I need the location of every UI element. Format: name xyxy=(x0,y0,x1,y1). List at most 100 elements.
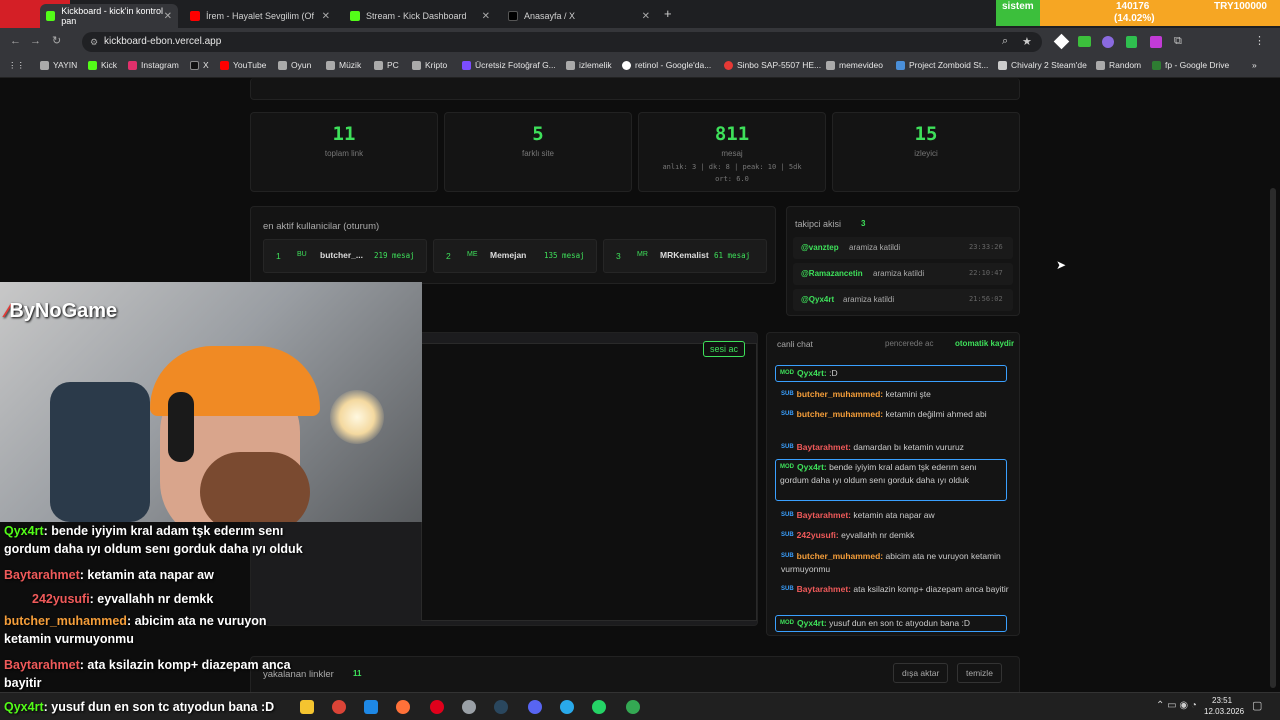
bookmark-fp-drive[interactable]: fp - Google Drive xyxy=(1152,60,1229,70)
mouse-cursor-icon: ➤ xyxy=(1056,258,1067,272)
reload-icon[interactable]: ↻ xyxy=(52,34,61,47)
chat-message: MOD Qyx4rt: :D xyxy=(775,365,1007,383)
overlay-chat-line: butcher_muhammed: abicim ata ne vuruyon … xyxy=(4,614,267,646)
chrome-icon[interactable] xyxy=(332,700,346,714)
panel-title: en aktif kullanicilar (oturum) xyxy=(263,221,380,232)
forward-icon[interactable]: → xyxy=(30,35,41,47)
bookmark-oyun[interactable]: Oyun xyxy=(278,60,311,70)
headset xyxy=(168,392,194,462)
bookmark-memevideo[interactable]: memevideo xyxy=(826,60,883,70)
file-explorer-icon[interactable] xyxy=(300,700,314,714)
whatsapp-icon[interactable] xyxy=(592,700,606,714)
clear-button[interactable]: temizle xyxy=(957,663,1002,683)
kick-icon xyxy=(350,11,360,21)
chat-message: SUB 242yusufi: eyvallahh nr demkk xyxy=(781,530,915,540)
follow-item: @Ramazancetin aramiza katildi 22:10:47 xyxy=(793,263,1013,285)
store-icon[interactable] xyxy=(364,700,378,714)
star-icon[interactable]: ★ xyxy=(1022,35,1032,48)
bookmark-chivalry[interactable]: Chivalry 2 Steam'de xyxy=(998,60,1087,70)
page-scrollbar[interactable] xyxy=(1270,188,1276,688)
sound-on-button[interactable]: sesi ac xyxy=(703,341,746,357)
count-badge: 11 xyxy=(353,669,362,678)
user-row[interactable]: 1 BU butcher_... 219 mesaj xyxy=(263,239,427,273)
puzzle-icon[interactable]: ⧉ xyxy=(1174,35,1182,48)
beard xyxy=(200,452,310,522)
overlay-chat-line: Qyx4rt: yusuf dun en son tc atıyodun ban… xyxy=(4,700,275,714)
bookmark-pc[interactable]: PC xyxy=(374,60,399,70)
tab-x[interactable]: Anasayfa / X ✕ xyxy=(502,4,656,28)
bookmark-sinbo[interactable]: Sinbo SAP-5507 HE... xyxy=(724,60,821,70)
menu-icon[interactable]: ⋮ xyxy=(1254,34,1265,47)
export-button[interactable]: dışa aktar xyxy=(893,663,949,683)
bynogame-logo: ⁄ByNoGame xyxy=(6,300,118,322)
chat-message: SUB Baytarahmet: ketamin ata napar aw xyxy=(781,510,935,520)
tab-kickboard[interactable]: Kickboard - kick'in kontrol pan ✕ xyxy=(40,4,178,28)
bookmark-fotograf[interactable]: Ücretsiz Fotoğraf G... xyxy=(462,60,556,70)
discord-icon[interactable] xyxy=(528,700,542,714)
back-icon[interactable]: ← xyxy=(10,35,21,47)
apps-icon[interactable]: ⋮⋮ xyxy=(8,60,25,71)
site-info-icon[interactable]: ⚙ xyxy=(90,37,98,48)
bookmark-instagram[interactable]: Instagram xyxy=(128,60,179,70)
lamp xyxy=(330,390,384,444)
chat-message: SUB Baytarahmet: damardan bı ketamin vuru… xyxy=(781,442,964,452)
gaming-chair xyxy=(50,382,150,522)
tab-stream[interactable]: Stream - Kick Dashboard ✕ xyxy=(344,4,496,28)
opera-icon[interactable] xyxy=(430,700,444,714)
user-row[interactable]: 3 MR MRKemalist 61 mesaj xyxy=(603,239,767,273)
extension-icon[interactable] xyxy=(1053,33,1070,50)
close-icon[interactable]: ✕ xyxy=(164,11,172,22)
bookmark-muzik[interactable]: Müzik xyxy=(326,60,361,70)
bookmark-zomboid[interactable]: Project Zomboid St... xyxy=(896,60,988,70)
extension-icon[interactable] xyxy=(1150,36,1162,48)
webcam-overlay: ⁄ByNoGame xyxy=(0,282,422,522)
close-icon[interactable]: ✕ xyxy=(322,11,330,22)
steam-icon[interactable] xyxy=(494,700,508,714)
user-row[interactable]: 2 ME Memejan 135 mesaj xyxy=(433,239,597,273)
close-icon[interactable]: ✕ xyxy=(482,11,490,22)
extension-icon[interactable] xyxy=(1078,36,1091,47)
autoscroll-toggle[interactable]: otomatik kaydir xyxy=(955,339,1014,348)
extension-icon[interactable] xyxy=(1126,36,1137,48)
close-icon[interactable]: ✕ xyxy=(642,11,650,22)
crypto-ticker: sistem 140176 (14.02%) TRY100000 xyxy=(996,0,1280,26)
follow-item: @vanztep aramiza katildi 23:33:26 xyxy=(793,237,1013,259)
extension-icon[interactable] xyxy=(1102,36,1114,48)
chat-message: MOD Qyx4rt: bende iyiyim kral adam tşk ed… xyxy=(775,459,1007,501)
bookmark-youtube[interactable]: YouTube xyxy=(220,60,266,70)
youtube-icon xyxy=(190,11,200,21)
avatar: ME xyxy=(467,251,478,258)
more-bookmarks-icon[interactable]: » xyxy=(1252,60,1257,70)
chrome-active-icon[interactable] xyxy=(626,700,640,714)
chat-message: SUB butcher_muhammed: ketamin değilmi ahm… xyxy=(781,409,987,419)
bookmark-izlemelik[interactable]: izlemelik xyxy=(566,60,612,70)
bookmark-x[interactable]: X xyxy=(190,60,209,70)
bookmark-kick[interactable]: Kick xyxy=(88,60,117,70)
popout-button[interactable]: pencerede ac xyxy=(885,339,933,348)
zoom-icon[interactable]: ⌕ xyxy=(1002,35,1008,48)
telegram-icon[interactable] xyxy=(560,700,574,714)
chat-message: MOD Qyx4rt: yusuf dun en son tc atıyodun … xyxy=(775,615,1007,633)
bookmark-kripto[interactable]: Kripto xyxy=(412,60,447,70)
new-tab-button[interactable]: + xyxy=(664,6,672,21)
follow-item: @Qyx4rt aramiza katildi 21:56:02 xyxy=(793,289,1013,311)
bookmark-yayin[interactable]: YAYIN xyxy=(40,60,77,70)
chat-message: SUB butcher_muhammed: abicim ata ne vuruy… xyxy=(781,551,1001,575)
follow-stream-panel: takipci akisi 3 @vanztep aramiza katildi… xyxy=(786,206,1020,316)
app-icon[interactable] xyxy=(462,700,476,714)
bookmark-random[interactable]: Random xyxy=(1096,60,1141,70)
bookmark-retinol[interactable]: retinol - Google'da... xyxy=(622,60,711,70)
overlay-chat-line: Baytarahmet: ata ksilazin komp+ diazepam… xyxy=(4,658,291,690)
bookmarks-bar: ⋮⋮ YAYIN Kick Instagram X YouTube Oyun M… xyxy=(0,56,1280,78)
stat-total-links: 11 toplam link xyxy=(250,112,438,192)
links-panel: yakalanan linkler 11 dışa aktar temizle xyxy=(250,656,1020,696)
chat-message: SUB Baytarahmet: ata ksilazin komp+ diaze… xyxy=(781,584,1009,594)
tray-icons[interactable]: ⌃ ▭ ◉ ◔ xyxy=(1156,700,1197,711)
chat-message: SUB butcher_muhammed: ketamini şte xyxy=(781,389,931,399)
firefox-icon[interactable] xyxy=(396,700,410,714)
tab-youtube[interactable]: İrem - Hayalet Sevgilim (Of ✕ xyxy=(184,4,336,28)
notification-icon[interactable]: ▢ xyxy=(1252,699,1262,712)
stat-sites: 5 farklı site xyxy=(444,112,632,192)
count-badge: 3 xyxy=(861,219,866,228)
url-field[interactable]: kickboard-ebon.vercel.app xyxy=(82,32,1042,52)
